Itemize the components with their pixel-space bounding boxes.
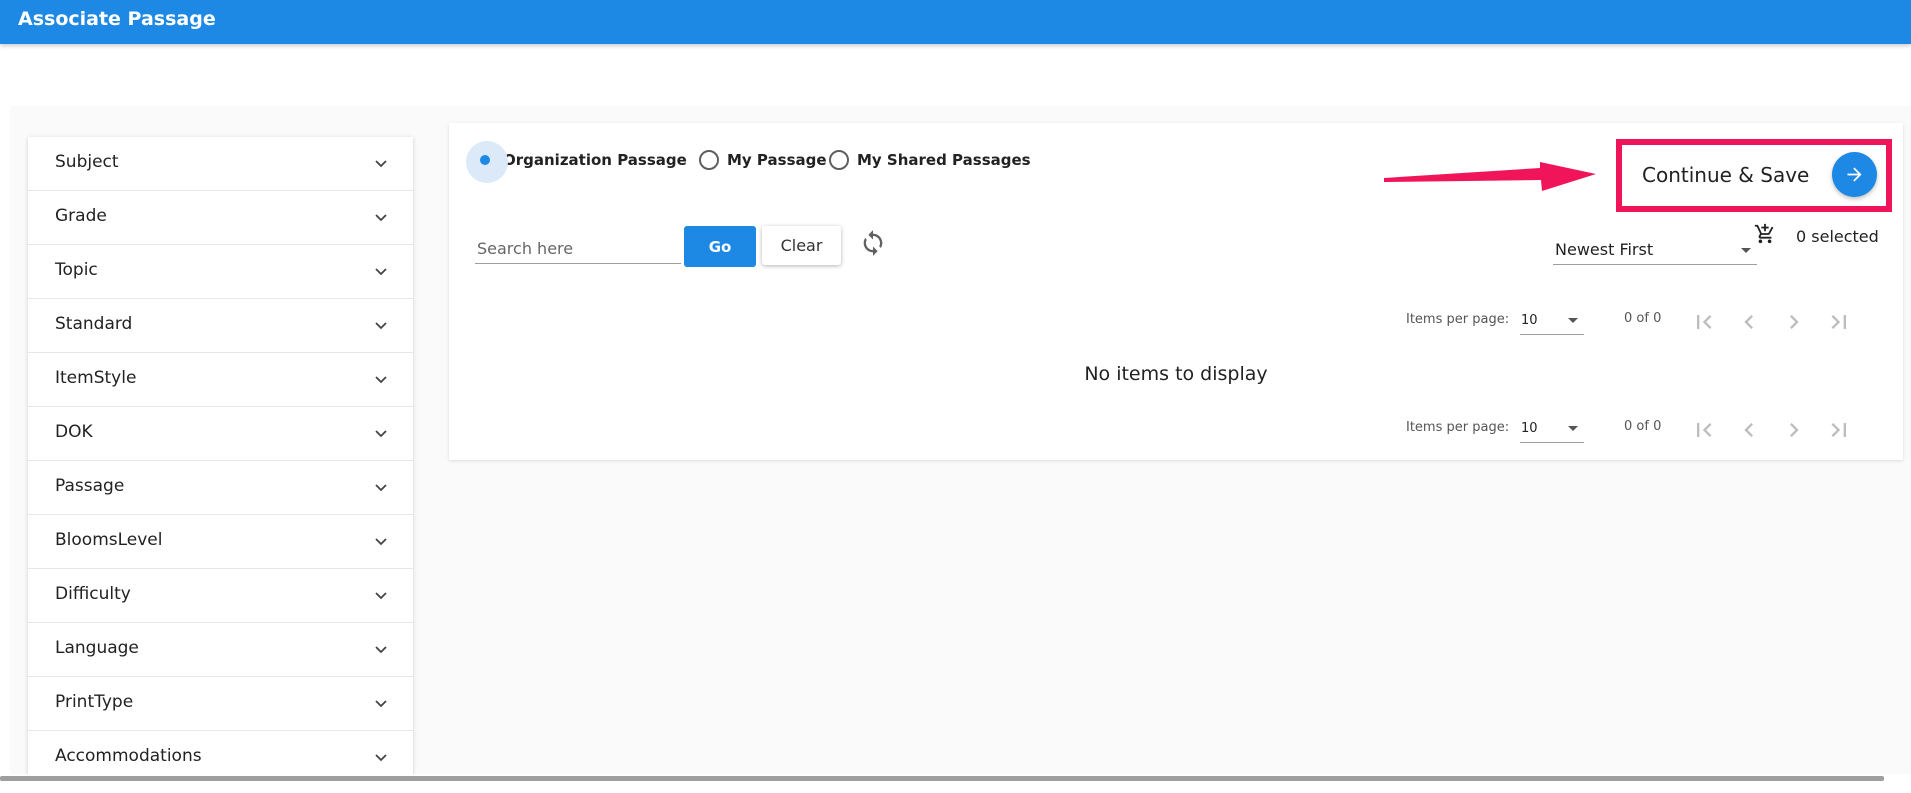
filter-difficulty[interactable]: Difficulty	[28, 569, 413, 623]
first-page-icon[interactable]	[1690, 416, 1718, 444]
filter-label: PrintType	[55, 692, 134, 712]
caret-down-icon	[1568, 318, 1578, 323]
filter-label: Accommodations	[55, 746, 202, 766]
search-input[interactable]	[475, 233, 681, 264]
page-range: 0 of 0	[1624, 311, 1662, 326]
continue-save-button[interactable]	[1832, 152, 1877, 197]
chevron-down-icon	[375, 592, 387, 600]
cart-plus-icon	[1754, 223, 1776, 245]
caret-down-icon	[1741, 248, 1751, 253]
selected-count: 0 selected	[1796, 227, 1879, 246]
radio-my-shared-passages[interactable]: My Shared Passages	[829, 145, 1031, 175]
scrollbar-thumb[interactable]	[0, 776, 1884, 781]
paginator-bottom: Items per page: 10 0 of 0	[449, 414, 1903, 444]
chevron-down-icon	[375, 214, 387, 222]
first-page-icon[interactable]	[1690, 308, 1718, 336]
filter-label: Topic	[55, 260, 98, 280]
caret-down-icon	[1568, 426, 1578, 431]
filter-dok[interactable]: DOK	[28, 407, 413, 461]
filter-subject[interactable]: Subject	[28, 137, 413, 191]
filter-label: Standard	[55, 314, 133, 334]
filter-language[interactable]: Language	[28, 623, 413, 677]
radio-circle	[699, 150, 719, 170]
radio-label: My Shared Passages	[857, 151, 1031, 169]
filter-passage[interactable]: Passage	[28, 461, 413, 515]
chevron-down-icon	[375, 700, 387, 708]
go-button[interactable]: Go	[684, 226, 756, 267]
page-size-select[interactable]: 10	[1520, 416, 1584, 443]
filter-label: BloomsLevel	[55, 530, 163, 550]
page-size-value: 10	[1521, 421, 1538, 436]
chevron-down-icon	[375, 160, 387, 168]
filter-label: ItemStyle	[55, 368, 137, 388]
chevron-down-icon	[375, 538, 387, 546]
items-per-page-label: Items per page:	[1406, 420, 1510, 435]
filter-label: Subject	[55, 152, 119, 172]
filter-accommodations[interactable]: Accommodations	[28, 731, 413, 777]
next-page-icon[interactable]	[1780, 416, 1808, 444]
last-page-icon[interactable]	[1825, 308, 1853, 336]
filter-itemstyle[interactable]: ItemStyle	[28, 353, 413, 407]
radio-label: Organization Passage	[503, 151, 687, 169]
chevron-down-icon	[375, 484, 387, 492]
last-page-icon[interactable]	[1825, 416, 1853, 444]
filter-label: Difficulty	[55, 584, 131, 604]
radio-label: My Passage	[727, 151, 827, 169]
filter-label: Grade	[55, 206, 107, 226]
page-size-value: 10	[1521, 313, 1538, 328]
app-title: Associate Passage	[18, 8, 216, 30]
prev-page-icon[interactable]	[1735, 416, 1763, 444]
arrow-right-icon	[1847, 167, 1862, 182]
annotation-arrow	[1384, 162, 1596, 191]
filter-bloomslevel[interactable]: BloomsLevel	[28, 515, 413, 569]
chevron-down-icon	[375, 268, 387, 276]
chevron-down-icon	[375, 376, 387, 384]
refresh-icon[interactable]	[859, 229, 887, 257]
filter-label: Language	[55, 638, 139, 658]
chevron-down-icon	[375, 322, 387, 330]
clear-button[interactable]: Clear	[762, 226, 841, 265]
radio-circle	[829, 150, 849, 170]
chevron-down-icon	[375, 754, 387, 762]
chevron-down-icon	[375, 430, 387, 438]
radio-my-passage[interactable]: My Passage	[699, 145, 827, 175]
items-per-page-label: Items per page:	[1406, 312, 1510, 327]
page-range: 0 of 0	[1624, 419, 1662, 434]
next-page-icon[interactable]	[1780, 308, 1808, 336]
prev-page-icon[interactable]	[1735, 308, 1763, 336]
filter-topic[interactable]: Topic	[28, 245, 413, 299]
page-size-select[interactable]: 10	[1520, 308, 1584, 335]
filter-grade[interactable]: Grade	[28, 191, 413, 245]
radio-circle	[466, 141, 508, 183]
sort-value: Newest First	[1555, 240, 1654, 259]
continue-save-label[interactable]: Continue & Save	[1642, 163, 1809, 187]
radio-organization-passage[interactable]: Organization Passage	[466, 141, 687, 183]
app-header: Associate Passage	[0, 0, 1911, 44]
filter-standard[interactable]: Standard	[28, 299, 413, 353]
filter-label: DOK	[55, 422, 93, 442]
sort-select[interactable]: Newest First	[1553, 236, 1757, 265]
filter-printtype[interactable]: PrintType	[28, 677, 413, 731]
filter-label: Passage	[55, 476, 125, 496]
chevron-down-icon	[375, 646, 387, 654]
filter-sidebar: Subject Grade Topic Standard ItemStyle D…	[28, 137, 413, 777]
empty-state-message: No items to display	[1084, 363, 1268, 385]
paginator-top: Items per page: 10 0 of 0	[449, 306, 1903, 336]
